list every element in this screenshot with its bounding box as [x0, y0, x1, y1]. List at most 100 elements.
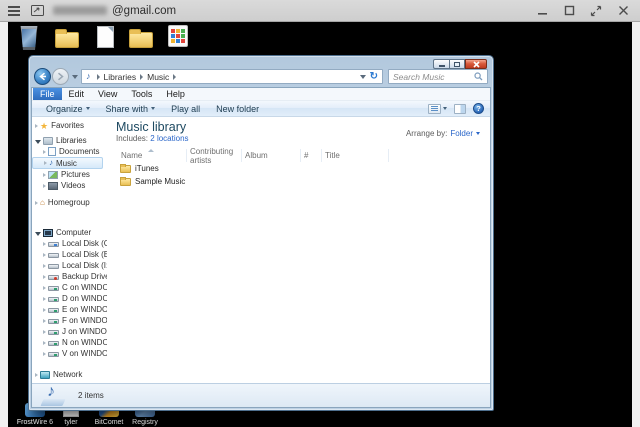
sidebar-item-pictures[interactable]: Pictures — [32, 169, 107, 180]
sidebar-item-computer[interactable]: Computer — [32, 227, 107, 238]
file-name: iTunes — [135, 164, 159, 173]
file-name: Sample Music — [135, 177, 186, 186]
desktop-icon-document[interactable] — [90, 26, 120, 48]
breadcrumb-libraries[interactable]: Libraries — [104, 72, 137, 82]
column-track-number[interactable]: # — [301, 149, 322, 162]
arrange-by-value[interactable]: Folder — [450, 129, 473, 138]
chevron-down-icon — [476, 132, 480, 135]
music-library-icon: ♪ — [86, 71, 91, 81]
collapse-icon[interactable] — [35, 231, 41, 236]
sidebar-item-libraries[interactable]: Libraries — [32, 135, 107, 146]
expand-icon[interactable] — [43, 340, 46, 345]
breadcrumb-arrow-icon[interactable] — [140, 73, 144, 80]
documents-icon — [48, 147, 56, 156]
chevron-down-icon — [85, 107, 90, 110]
close-icon[interactable] — [616, 4, 630, 18]
expand-icon[interactable] — [44, 161, 47, 165]
videos-icon — [48, 181, 58, 190]
column-contributing-artists[interactable]: Contributing artists — [187, 147, 242, 165]
expand-icon[interactable] — [43, 307, 46, 312]
expand-icon[interactable] — [43, 329, 46, 334]
command-toolbar: Organize Share with Play all New folder … — [32, 101, 490, 117]
sidebar-item-backup-drive[interactable]: Backup Drive (\\win — [32, 271, 107, 282]
hamburger-menu-icon[interactable] — [6, 3, 22, 19]
sidebar-item-documents[interactable]: Documents — [32, 146, 107, 157]
menu-tools[interactable]: Tools — [124, 88, 159, 100]
address-bar[interactable]: ♪ Libraries Music ↻ — [81, 69, 383, 84]
sidebar-item-local-disk-e[interactable]: Local Disk (E:) — [32, 249, 107, 260]
recent-pages-caret-icon[interactable] — [72, 74, 78, 79]
expand-icon[interactable] — [43, 318, 46, 323]
file-row-itunes[interactable]: iTunes — [112, 162, 490, 175]
expand-icon[interactable] — [43, 241, 46, 246]
forward-button[interactable] — [52, 68, 69, 85]
sidebar-item-local-disk-i[interactable]: Local Disk (I:) — [32, 260, 107, 271]
column-name[interactable]: Name — [112, 149, 187, 162]
sidebar-item-local-disk-c[interactable]: Local Disk (C:) — [32, 238, 107, 249]
menu-help[interactable]: Help — [159, 88, 192, 100]
search-input[interactable]: Search Music — [388, 69, 488, 84]
menu-view[interactable]: View — [91, 88, 124, 100]
desktop-icon-app-grid[interactable] — [163, 25, 193, 47]
file-row-sample-music[interactable]: Sample Music — [112, 175, 490, 188]
breadcrumb-arrow-icon[interactable] — [96, 73, 100, 80]
column-album[interactable]: Album — [242, 149, 301, 162]
menu-edit[interactable]: Edit — [62, 88, 92, 100]
organize-button[interactable]: Organize — [38, 104, 98, 114]
collapse-icon[interactable] — [35, 139, 41, 144]
sidebar-item-d-on-windows7[interactable]: D on WINDOWS7 — [32, 293, 107, 304]
desktop-icon-recycle-bin[interactable] — [14, 26, 44, 50]
new-folder-button[interactable]: New folder — [208, 104, 267, 114]
desktop-icon-folder-2[interactable] — [126, 26, 156, 48]
expand-icon[interactable] — [43, 149, 46, 154]
sidebar-item-v-on-windows7[interactable]: V on WINDOWS7 — [32, 348, 107, 359]
sidebar-item-favorites[interactable]: ★ Favorites — [32, 120, 107, 131]
expand-icon[interactable] — [35, 123, 38, 128]
account-email-suffix: @gmail.com — [112, 4, 177, 17]
breadcrumb-music[interactable]: Music — [147, 72, 169, 82]
column-title[interactable]: Title — [322, 149, 389, 162]
expand-icon[interactable] — [43, 274, 46, 279]
back-button[interactable] — [34, 68, 51, 85]
sidebar-item-f-on-windows7[interactable]: F on WINDOWS7 — [32, 315, 107, 326]
minimize-icon[interactable] — [535, 4, 549, 18]
breadcrumb-arrow-icon[interactable] — [173, 73, 177, 80]
play-all-button[interactable]: Play all — [163, 104, 208, 114]
change-view-button[interactable] — [428, 103, 447, 114]
help-icon[interactable]: ? — [473, 103, 484, 114]
expand-icon[interactable] — [43, 351, 46, 356]
address-dropdown-caret-icon[interactable] — [359, 74, 366, 79]
sidebar-item-homegroup[interactable]: ⌂ Homegroup — [32, 197, 107, 208]
expand-icon[interactable] — [43, 183, 46, 188]
pictures-icon — [48, 170, 58, 179]
arrange-by-control[interactable]: Arrange by: Folder — [406, 129, 480, 138]
sidebar-item-c-on-windows7[interactable]: C on WINDOWS7 — [32, 282, 107, 293]
maximize-icon[interactable] — [562, 4, 576, 18]
folder-icon — [120, 163, 131, 173]
sidebar-item-videos[interactable]: Videos — [32, 180, 107, 191]
explorer-content: ★ Favorites Libraries Documents ♪ Music … — [32, 117, 490, 383]
expand-icon[interactable] — [43, 296, 46, 301]
remote-desktop-viewport: FrostWire 6 tyler BitComet Registry ♪ Li… — [8, 22, 632, 427]
sidebar-item-n-on-windows7[interactable]: N on WINDOWS7 — [32, 337, 107, 348]
navigation-bar: ♪ Libraries Music ↻ Search Music — [34, 67, 488, 86]
locations-link[interactable]: 2 locations — [150, 134, 188, 143]
fullscreen-icon[interactable] — [589, 4, 603, 18]
expand-icon[interactable] — [35, 372, 38, 377]
refresh-icon[interactable]: ↻ — [370, 71, 378, 82]
menu-file[interactable]: File — [33, 88, 62, 100]
preview-pane-button[interactable] — [454, 103, 466, 114]
expand-icon[interactable] — [43, 172, 46, 177]
sidebar-item-j-on-windows7[interactable]: J on WINDOWS7 — [32, 326, 107, 337]
sidebar-item-music[interactable]: ♪ Music — [32, 157, 103, 169]
expand-icon[interactable] — [35, 200, 38, 205]
expand-icon[interactable] — [43, 285, 46, 290]
desktop-icon-folder-1[interactable] — [52, 26, 82, 48]
expand-icon[interactable] — [43, 252, 46, 257]
computer-icon — [43, 228, 53, 237]
sidebar-item-network[interactable]: Network — [32, 369, 107, 380]
search-placeholder: Search Music — [393, 71, 445, 82]
sidebar-item-e-on-windows7[interactable]: E on WINDOWS7 — [32, 304, 107, 315]
expand-icon[interactable] — [43, 263, 46, 268]
share-with-button[interactable]: Share with — [98, 104, 164, 114]
